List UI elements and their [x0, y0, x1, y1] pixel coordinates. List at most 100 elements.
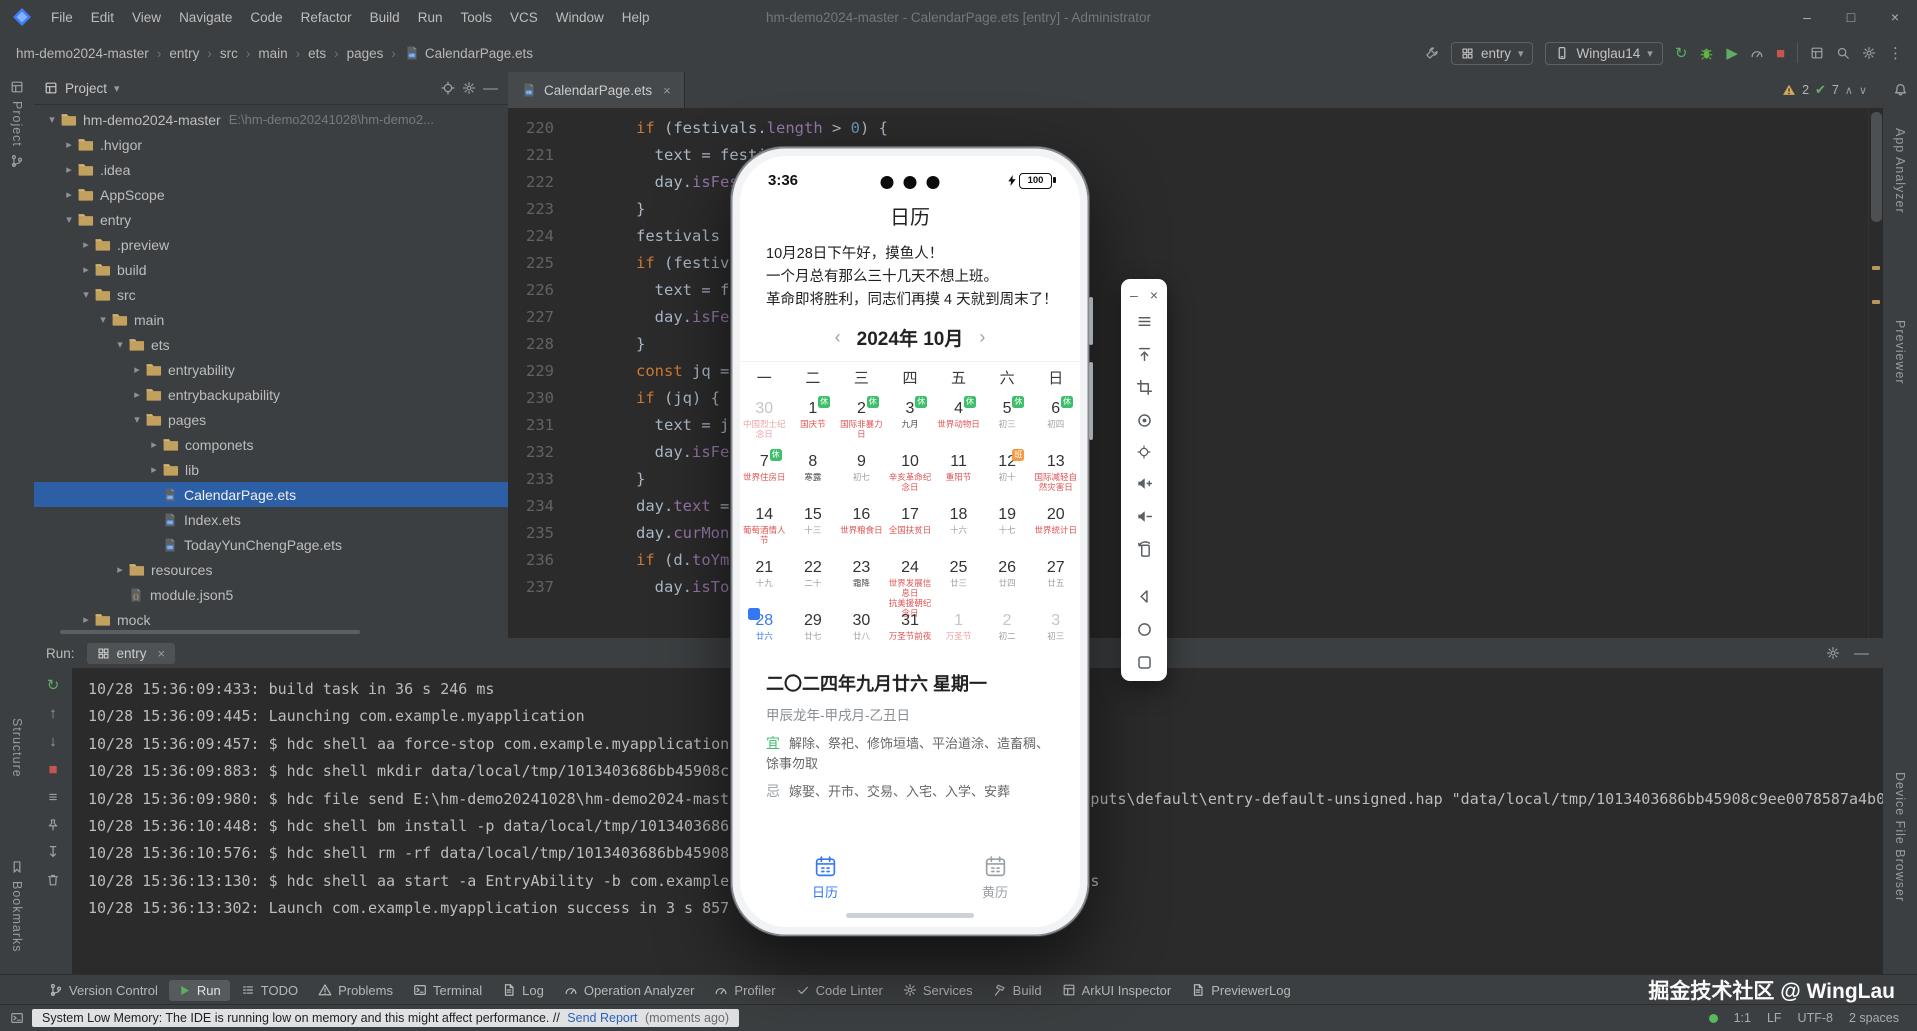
- profiler-button[interactable]: [1750, 46, 1764, 60]
- tree-item--idea[interactable]: ▸.idea: [34, 157, 508, 182]
- up-button[interactable]: ↑: [49, 706, 57, 721]
- home-icon[interactable]: [1136, 621, 1153, 638]
- stop-button[interactable]: ■: [1776, 46, 1785, 61]
- calendar-day-cell[interactable]: 21十九: [740, 553, 789, 606]
- chevron-collapsed-icon[interactable]: ▸: [129, 388, 145, 401]
- chevron-expanded-icon[interactable]: ▾: [61, 213, 77, 226]
- settings-button[interactable]: [1862, 46, 1876, 60]
- menu-button[interactable]: ≡: [49, 790, 58, 805]
- calendar-day-cell[interactable]: 2初二: [983, 606, 1032, 659]
- line-number[interactable]: 220: [508, 115, 570, 142]
- build-tools-icon[interactable]: [1425, 46, 1439, 60]
- stop-button[interactable]: ■: [48, 762, 57, 777]
- volume-up-icon[interactable]: [1136, 475, 1153, 492]
- chevron-collapsed-icon[interactable]: ▸: [78, 238, 94, 251]
- restart-app-button[interactable]: ↻: [1675, 46, 1688, 61]
- menu-view[interactable]: View: [123, 10, 170, 25]
- line-number[interactable]: 230: [508, 385, 570, 412]
- pin-button[interactable]: [46, 818, 60, 832]
- rerun-button[interactable]: ↻: [47, 678, 60, 693]
- chevron-expanded-icon[interactable]: ▾: [95, 313, 111, 326]
- calendar-day-cell[interactable]: 29廿七: [789, 606, 838, 659]
- calendar-day-cell[interactable]: 16世界粮食日: [837, 500, 886, 553]
- line-number[interactable]: 236: [508, 547, 570, 574]
- calendar-day-cell[interactable]: 1万圣节: [934, 606, 983, 659]
- chevron-down-icon[interactable]: ▾: [114, 82, 120, 95]
- menu-run[interactable]: Run: [409, 10, 452, 25]
- chevron-expanded-icon[interactable]: ▾: [129, 413, 145, 426]
- toolwindow-todo[interactable]: TODO: [232, 980, 307, 1001]
- tree-item-todayyunchengpage-ets[interactable]: etsTodayYunChengPage.ets: [34, 532, 508, 557]
- scroll-top-icon[interactable]: [1136, 346, 1153, 363]
- calendar-day-cell[interactable]: 24世界发展信息日抗美援朝纪念日: [886, 553, 935, 606]
- calendar-day-cell[interactable]: 休3九月: [886, 394, 935, 447]
- inspection-widget[interactable]: 2 ✔ 7 ∧ ∨: [1782, 82, 1867, 98]
- clear-button[interactable]: [46, 873, 60, 887]
- calendar-day-cell[interactable]: 休5初三: [983, 394, 1032, 447]
- line-number[interactable]: 223: [508, 196, 570, 223]
- calendar-day-cell[interactable]: 休1国庆节: [789, 394, 838, 447]
- tree-item--preview[interactable]: ▸.preview: [34, 232, 508, 257]
- event-log-icon[interactable]: [10, 1011, 24, 1025]
- tree-item-mock[interactable]: ▸mock: [34, 607, 508, 632]
- tree-item-src[interactable]: ▾src: [34, 282, 508, 307]
- calendar-day-cell[interactable]: 班12初十: [983, 447, 1032, 500]
- tree-item-entry[interactable]: ▾entry: [34, 207, 508, 232]
- maximize-window-button[interactable]: □: [1829, 0, 1873, 34]
- line-number[interactable]: 233: [508, 466, 570, 493]
- run-tab-entry[interactable]: entry ×: [87, 643, 176, 664]
- locate-icon[interactable]: [1137, 445, 1151, 459]
- device-file-browser-button[interactable]: [1810, 46, 1824, 60]
- hide-run-panel-button[interactable]: —: [1854, 646, 1869, 661]
- run-settings-icon[interactable]: [1826, 646, 1840, 661]
- device-file-browser-tool-button[interactable]: Device File Browser: [1883, 772, 1917, 902]
- tree-item-build[interactable]: ▸build: [34, 257, 508, 282]
- error-stripe[interactable]: [1868, 108, 1883, 638]
- calendar-day-cell[interactable]: 3初三: [1031, 606, 1080, 659]
- line-number[interactable]: 224: [508, 223, 570, 250]
- debug-button[interactable]: [1699, 46, 1714, 61]
- horizontal-scrollbar[interactable]: [60, 630, 360, 634]
- tree-item-pages[interactable]: ▾pages: [34, 407, 508, 432]
- calendar-day-cell[interactable]: 15十三: [789, 500, 838, 553]
- tab-almanac[interactable]: 黄历: [910, 854, 1080, 901]
- calendar-day-cell[interactable]: 27廿五: [1031, 553, 1080, 606]
- status-LF[interactable]: LF: [1767, 1011, 1782, 1025]
- toolwindow-build[interactable]: Build: [984, 980, 1051, 1001]
- calendar-day-cell[interactable]: 20世界统计日: [1031, 500, 1080, 553]
- status-11[interactable]: 1:1: [1734, 1011, 1751, 1025]
- project-options-button[interactable]: [462, 81, 476, 95]
- breadcrumb-ets[interactable]: ets: [306, 44, 328, 63]
- bookmarks-tool-button[interactable]: Bookmarks: [0, 860, 34, 953]
- send-report-link[interactable]: Send Report: [567, 1011, 637, 1025]
- chevron-collapsed-icon[interactable]: ▸: [129, 363, 145, 376]
- tree-item-ets[interactable]: ▾ets: [34, 332, 508, 357]
- calendar-day-cell[interactable]: 23霜降: [837, 553, 886, 606]
- line-number[interactable]: 226: [508, 277, 570, 304]
- minimize-window-button[interactable]: –: [1785, 0, 1829, 34]
- line-number[interactable]: 232: [508, 439, 570, 466]
- volume-down-icon[interactable]: [1136, 508, 1153, 525]
- calendar-day-cell[interactable]: 休4世界动物日: [934, 394, 983, 447]
- calendar-day-cell[interactable]: 9初七: [837, 447, 886, 500]
- rotate-icon[interactable]: [1136, 541, 1153, 558]
- tree-item-calendarpage-ets[interactable]: etsCalendarPage.ets: [34, 482, 508, 507]
- structure-tool-button[interactable]: Structure: [0, 718, 34, 778]
- line-number[interactable]: 234: [508, 493, 570, 520]
- select-opened-file-button[interactable]: [441, 81, 455, 95]
- device-dropdown[interactable]: Winglau14▾: [1545, 42, 1662, 65]
- menu-help[interactable]: Help: [613, 10, 659, 25]
- chevron-expanded-icon[interactable]: ▾: [112, 338, 128, 351]
- toolwindow-previewerlog[interactable]: PreviewerLog: [1182, 980, 1300, 1001]
- tree-item-module-json5[interactable]: {}module.json5: [34, 582, 508, 607]
- toolwindow-operation-analyzer[interactable]: Operation Analyzer: [555, 980, 704, 1001]
- calendar-day-cell[interactable]: 休7世界住房日: [740, 447, 789, 500]
- status-2spaces[interactable]: 2 spaces: [1849, 1011, 1899, 1025]
- chevron-collapsed-icon[interactable]: ▸: [61, 188, 77, 201]
- toolwindow-services[interactable]: Services: [894, 980, 982, 1001]
- line-number[interactable]: 235: [508, 520, 570, 547]
- next-issue-icon[interactable]: ∨: [1859, 84, 1867, 97]
- menu-icon[interactable]: [1136, 313, 1153, 330]
- tree-item-appscope[interactable]: ▸AppScope: [34, 182, 508, 207]
- breadcrumb-entry[interactable]: entry: [167, 44, 201, 63]
